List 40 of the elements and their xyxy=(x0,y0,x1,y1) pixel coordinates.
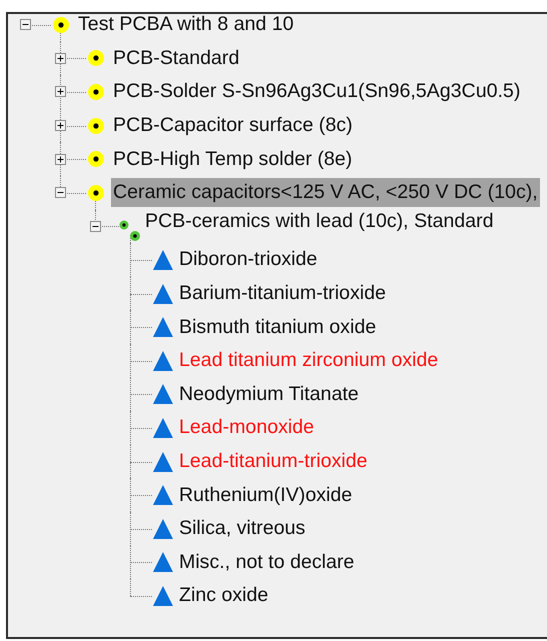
triangle-icon xyxy=(152,416,174,439)
triangle-icon xyxy=(152,584,174,607)
tree-item[interactable]: PCB-Solder S-Sn96Ag3Cu1(Sn96,5Ag3Cu0.5) xyxy=(111,77,522,106)
tree-item[interactable]: PCB-Standard xyxy=(111,44,242,73)
expand-toggle-icon[interactable] xyxy=(55,120,66,132)
tree-item[interactable]: Ceramic capacitors<125 V AC, <250 V DC (10c), xyxy=(111,178,540,208)
expand-toggle-icon[interactable] xyxy=(55,86,66,98)
double-dot-icon xyxy=(119,220,141,242)
triangle-icon xyxy=(152,518,174,540)
tree-item[interactable]: Diboron-trioxide xyxy=(177,245,320,274)
dot-icon xyxy=(86,182,106,203)
tree-item[interactable]: PCB-High Temp solder (8e) xyxy=(111,144,354,174)
expand-toggle-icon[interactable] xyxy=(20,19,31,30)
triangle-icon xyxy=(152,383,174,406)
tree-item[interactable]: Bismuth titanium oxide xyxy=(177,312,378,342)
tree-item[interactable]: Barium-titanium-trioxide xyxy=(177,279,388,308)
triangle-icon xyxy=(152,484,174,506)
tree-item[interactable]: Misc., not to declare xyxy=(177,548,356,577)
expand-toggle-icon[interactable] xyxy=(90,220,101,232)
triangle-icon xyxy=(152,248,174,271)
triangle-icon xyxy=(152,350,174,372)
expand-toggle-icon[interactable] xyxy=(55,187,66,198)
tree-item[interactable]: Zinc oxide xyxy=(177,581,270,610)
dot-icon xyxy=(86,48,106,68)
triangle-icon xyxy=(152,450,174,473)
dot-icon xyxy=(86,116,106,136)
dot-icon xyxy=(86,149,106,170)
triangle-icon xyxy=(152,282,174,305)
tree-item[interactable]: Test PCBA with 8 and 10 xyxy=(76,14,296,40)
tree-item[interactable]: Ruthenium(IV)oxide xyxy=(177,480,354,510)
tree-item[interactable]: PCB-ceramics with lead (10c), Standard xyxy=(143,206,496,236)
tree-item[interactable]: Neodymium Titanate xyxy=(177,380,361,409)
expand-toggle-icon[interactable] xyxy=(55,52,66,64)
tree-item[interactable]: PCB-Capacitor surface (8c) xyxy=(111,111,355,140)
dot-icon xyxy=(51,14,71,35)
tree-item[interactable]: Silica, vitreous xyxy=(177,514,308,544)
expand-toggle-icon[interactable] xyxy=(55,154,66,165)
triangle-icon xyxy=(152,551,174,574)
dot-icon xyxy=(86,82,106,102)
triangle-icon xyxy=(152,316,174,338)
